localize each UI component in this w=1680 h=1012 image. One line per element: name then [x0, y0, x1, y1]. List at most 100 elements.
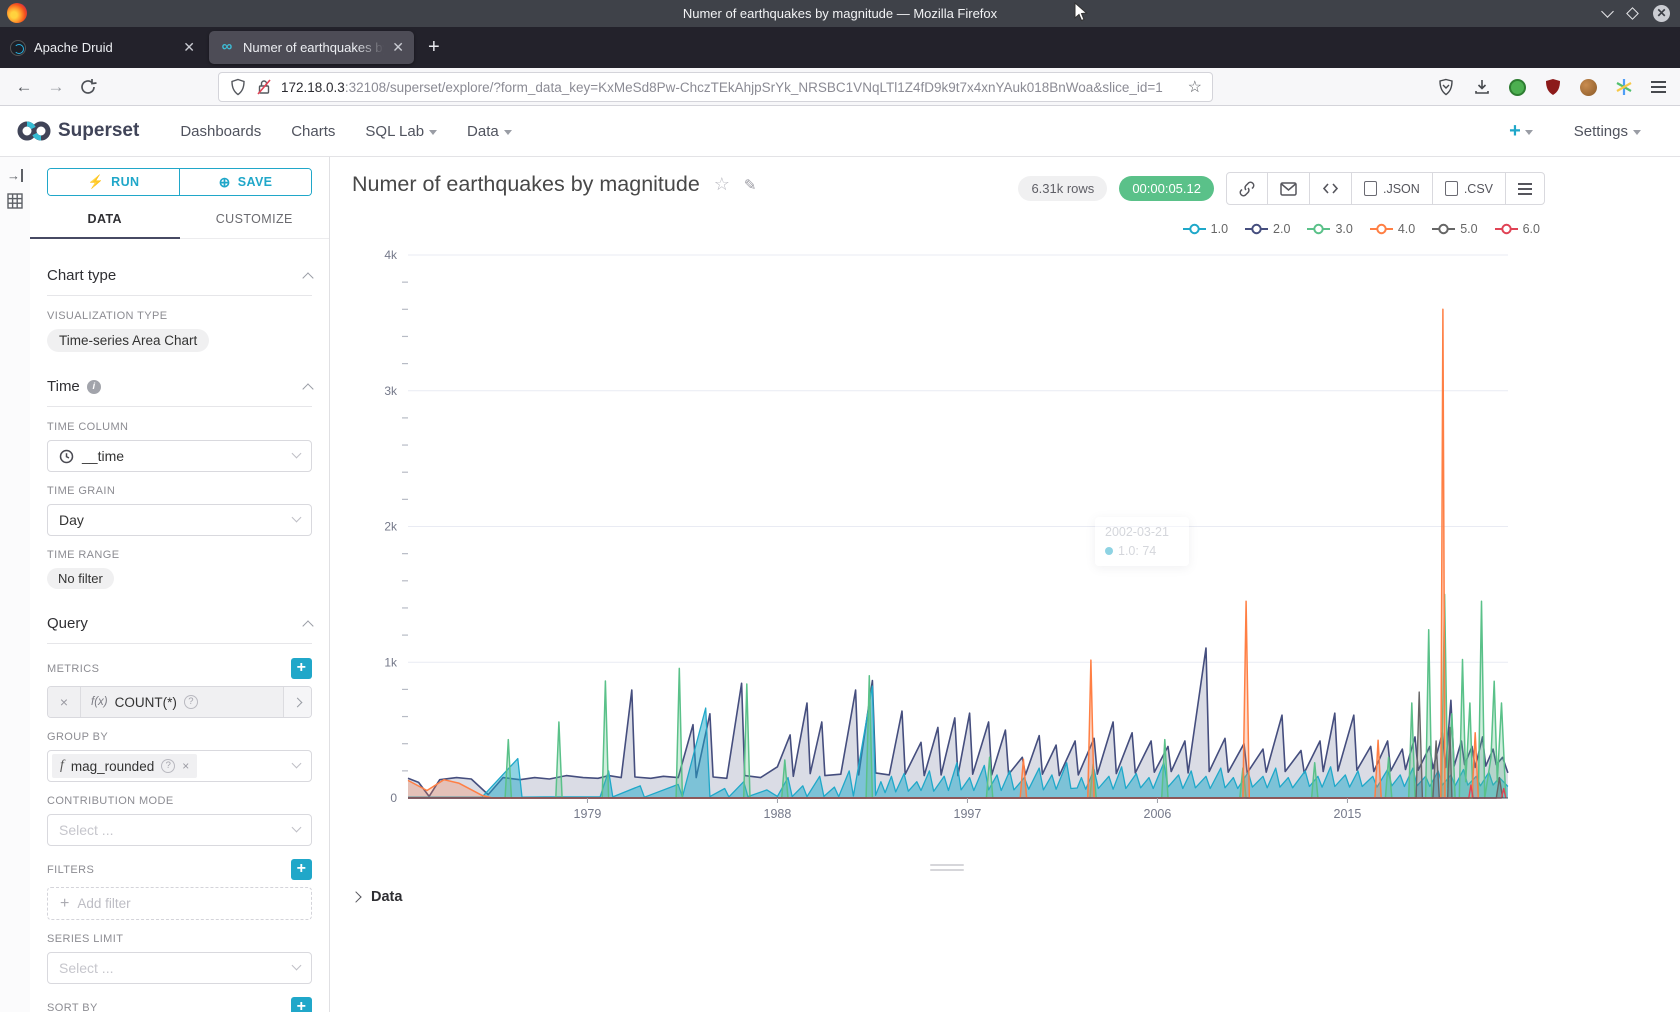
legend-item-2[interactable]: 2.0	[1245, 222, 1290, 236]
question-circle-icon: ?	[161, 759, 175, 773]
firefox-logo-icon	[7, 3, 27, 23]
new-tab-button[interactable]: +	[428, 36, 440, 59]
panel-resize-handle[interactable]	[930, 864, 964, 871]
nav-item-dashboards[interactable]: Dashboards	[180, 123, 261, 140]
group-by-chip[interactable]: f mag_rounded ? ×	[52, 754, 197, 778]
pocket-shield-icon[interactable]	[1437, 78, 1455, 96]
email-button[interactable]	[1267, 173, 1309, 204]
data-panel-toggle[interactable]: Data	[352, 889, 402, 905]
multicolor-asterisk-icon[interactable]	[1615, 78, 1633, 96]
legend-item-5[interactable]: 5.0	[1432, 222, 1477, 236]
nav-item-data[interactable]: Data	[467, 123, 512, 140]
window-minimize-icon[interactable]	[1601, 5, 1614, 18]
cookie-icon[interactable]	[1580, 79, 1597, 96]
add-metric-button[interactable]: +	[291, 658, 312, 679]
add-filter-button[interactable]: +	[291, 859, 312, 880]
url-path: :32108/superset/explore/?form_data_key=K…	[345, 80, 1163, 95]
url-bar[interactable]: 172.18.0.3:32108/superset/explore/?form_…	[218, 72, 1213, 102]
series-limit-select[interactable]: Select ...	[47, 952, 312, 984]
chart-tooltip: 2002-03-21 1.0: 74	[1095, 517, 1189, 566]
save-button[interactable]: ⊕SAVE	[179, 169, 311, 195]
menu-icon[interactable]	[1651, 81, 1666, 93]
tooltip-date: 2002-03-21	[1105, 525, 1179, 539]
chevron-up-icon[interactable]	[302, 272, 313, 283]
legend-swatch-icon	[1183, 223, 1206, 235]
export-csv-button[interactable]: .CSV	[1432, 173, 1505, 204]
caret-down-icon	[1633, 130, 1641, 135]
forward-icon[interactable]: →	[40, 77, 72, 97]
legend-item-6[interactable]: 6.0	[1495, 222, 1540, 236]
contribution-mode-select[interactable]: Select ...	[47, 814, 312, 846]
nav-item-charts[interactable]: Charts	[291, 123, 335, 140]
expand-metric-icon[interactable]	[283, 687, 311, 717]
nav-item-sqllab[interactable]: SQL Lab	[365, 123, 437, 140]
url-text[interactable]: 172.18.0.3:32108/superset/explore/?form_…	[281, 80, 1180, 95]
tab-customize[interactable]: CUSTOMIZE	[180, 200, 330, 238]
section-chart-type[interactable]: Chart type	[47, 267, 312, 284]
chart-legend: 1.0 2.0 3.0 4.0 5.0 6.0	[1183, 222, 1540, 236]
group-by-select[interactable]: f mag_rounded ? ×	[47, 750, 312, 782]
time-grain-select[interactable]: Day	[47, 504, 312, 536]
time-column-select[interactable]: __time	[47, 440, 312, 472]
add-new-button[interactable]: +	[1509, 120, 1533, 143]
chart-actions: .JSON .CSV	[1226, 172, 1545, 205]
legend-item-3[interactable]: 3.0	[1307, 222, 1352, 236]
bookmark-star-icon[interactable]: ☆	[1188, 77, 1202, 97]
tab-data[interactable]: DATA	[30, 200, 180, 238]
remove-metric-icon[interactable]: ×	[48, 687, 81, 717]
ublock-origin-icon[interactable]	[1544, 78, 1562, 96]
section-time[interactable]: Timei	[47, 378, 312, 395]
add-filter-dropzone[interactable]: + Add filter	[47, 887, 312, 920]
chevron-down-icon	[292, 961, 302, 971]
metric-item[interactable]: × f(x) COUNT(*) ?	[47, 686, 312, 718]
viz-type-value[interactable]: Time-series Area Chart	[47, 329, 209, 352]
question-circle-icon: ?	[184, 695, 198, 709]
window-titlebar[interactable]: Numer of earthquakes by magnitude — Mozi…	[0, 0, 1680, 27]
copy-link-button[interactable]	[1227, 173, 1267, 204]
favorite-star-icon[interactable]: ☆	[714, 174, 730, 195]
add-sort-button[interactable]: +	[291, 997, 312, 1012]
expand-panel-icon[interactable]: →	[7, 169, 23, 182]
time-grain-label: TIME GRAIN	[47, 485, 115, 497]
legend-item-1[interactable]: 1.0	[1183, 222, 1228, 236]
tracking-shield-icon[interactable]	[229, 78, 247, 96]
superset-logo[interactable]: Superset	[16, 120, 139, 142]
browser-tab-superset[interactable]: ∞ Numer of earthquakes by ✕	[209, 31, 414, 64]
export-json-button[interactable]: .JSON	[1351, 173, 1432, 204]
divider	[47, 295, 312, 296]
tab-close-icon[interactable]: ✕	[183, 39, 195, 56]
chevron-up-icon[interactable]	[302, 620, 313, 631]
download-icon[interactable]	[1473, 78, 1491, 96]
divider	[47, 406, 312, 407]
back-icon[interactable]: ←	[8, 77, 40, 97]
plus-circle-icon: ⊕	[219, 174, 231, 191]
reload-icon[interactable]	[72, 79, 104, 95]
query-duration-badge: 00:00:05.12	[1119, 176, 1214, 201]
window-close-icon[interactable]: ✕	[1653, 5, 1670, 22]
timeseries-area-chart[interactable]: 4k3k2k1k019791988199720062015	[340, 240, 1580, 840]
svg-text:2k: 2k	[384, 520, 398, 534]
run-button[interactable]: ⚡RUN	[48, 169, 179, 195]
lock-insecure-icon[interactable]	[255, 78, 273, 96]
edit-pencil-icon[interactable]: ✎	[744, 176, 757, 194]
superset-logo-icon	[16, 120, 52, 142]
settings-menu[interactable]: Settings	[1574, 123, 1641, 140]
tab-close-icon[interactable]: ✕	[392, 39, 404, 56]
legend-swatch-icon	[1432, 223, 1455, 235]
dataset-grid-icon[interactable]	[7, 193, 23, 209]
privacy-badger-icon[interactable]	[1509, 79, 1526, 96]
section-query[interactable]: Query	[47, 615, 312, 632]
tooltip-value: 1.0: 74	[1118, 544, 1156, 558]
caret-down-icon	[1525, 130, 1533, 135]
email-icon	[1280, 182, 1297, 196]
legend-item-4[interactable]: 4.0	[1370, 222, 1415, 236]
embed-code-button[interactable]	[1309, 173, 1351, 204]
browser-tab-druid[interactable]: Apache Druid ✕	[0, 31, 205, 64]
chevron-up-icon[interactable]	[302, 383, 313, 394]
window-maximize-icon[interactable]	[1626, 7, 1639, 20]
remove-chip-icon[interactable]: ×	[182, 759, 189, 773]
more-options-button[interactable]	[1505, 173, 1544, 204]
series-limit-label: SERIES LIMIT	[47, 933, 123, 945]
time-range-value[interactable]: No filter	[47, 568, 114, 589]
brand-name: Superset	[58, 120, 139, 142]
